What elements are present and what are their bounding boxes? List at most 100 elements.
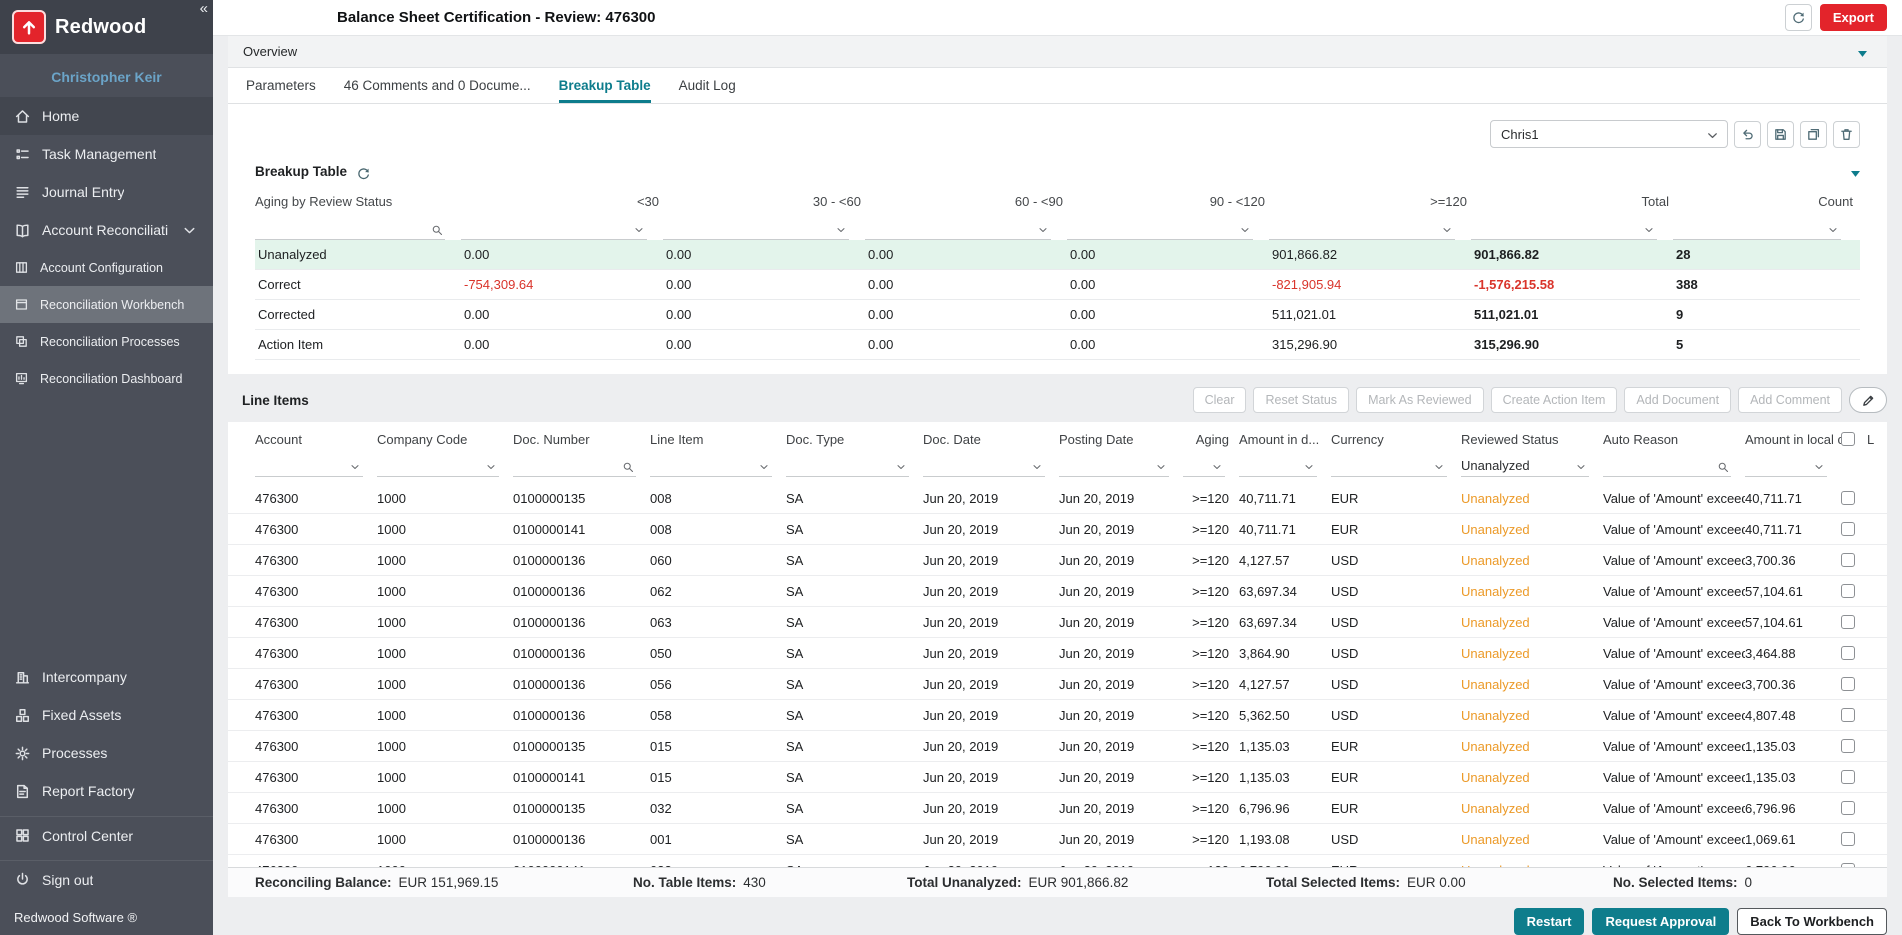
cell-company_code: 1000 (377, 770, 513, 785)
filter-amount_local[interactable] (1745, 453, 1827, 477)
sidebar-item-intercompany[interactable]: Intercompany (0, 658, 213, 696)
cell-currency: USD (1331, 708, 1461, 723)
breakup-row[interactable]: Unanalyzed0.000.000.000.00901,866.82901,… (255, 240, 1860, 270)
sidebar-item-account-reconciliati[interactable]: Account Reconciliati (0, 211, 213, 249)
row-checkbox[interactable] (1841, 801, 1855, 815)
filter-account[interactable] (255, 453, 363, 477)
column-header-account: Account (255, 432, 377, 447)
table-row[interactable]: 47630010000100000136063SAJun 20, 2019Jun… (228, 607, 1887, 638)
table-row[interactable]: 47630010000100000136050SAJun 20, 2019Jun… (228, 638, 1887, 669)
filter-aging[interactable] (1183, 453, 1225, 477)
back-to-workbench-button[interactable]: Back To Workbench (1737, 908, 1887, 935)
cell-amount_local: 4,807.48 (1745, 708, 1841, 723)
reviewed-status-filter[interactable]: Unanalyzed (1461, 453, 1589, 477)
delete-button[interactable] (1833, 121, 1860, 148)
export-button[interactable]: Export (1820, 4, 1887, 31)
row-checkbox[interactable] (1841, 708, 1855, 722)
table-row[interactable]: 47630010000100000135015SAJun 20, 2019Jun… (228, 731, 1887, 762)
cell-account: 476300 (255, 522, 377, 537)
table-row[interactable]: 47630010000100000141008SAJun 20, 2019Jun… (228, 514, 1887, 545)
sidebar-item-report-factory[interactable]: Report Factory (0, 772, 213, 810)
tab-audit-log[interactable]: Audit Log (679, 68, 736, 103)
sidebar-item-journal-entry[interactable]: Journal Entry (0, 173, 213, 211)
filter-doc_date[interactable] (923, 453, 1045, 477)
sidebar-item-control-center[interactable]: Control Center (0, 816, 213, 854)
filter-auto_reason[interactable] (1603, 453, 1731, 477)
sidebar-collapse-button[interactable]: « (200, 1, 208, 16)
breakup-refresh-button[interactable] (356, 166, 368, 178)
table-row[interactable]: 47630010000100000141015SAJun 20, 2019Jun… (228, 762, 1887, 793)
sidebar-item-sign-out[interactable]: Sign out (0, 860, 213, 898)
row-checkbox[interactable] (1841, 739, 1855, 753)
breakup-filter-30-60[interactable] (663, 214, 849, 240)
breakup-filter-60-90[interactable] (865, 214, 1051, 240)
sidebar-item-home[interactable]: Home (0, 97, 213, 135)
breakup-filter-30[interactable] (461, 214, 647, 240)
breakup-row[interactable]: Action Item0.000.000.000.00315,296.90315… (255, 330, 1860, 360)
row-checkbox[interactable] (1841, 646, 1855, 660)
clear-button[interactable]: Clear (1193, 387, 1247, 413)
row-checkbox[interactable] (1841, 832, 1855, 846)
save-as-button[interactable] (1800, 121, 1827, 148)
request-approval-button[interactable]: Request Approval (1592, 908, 1729, 935)
tab-breakup-table[interactable]: Breakup Table (559, 68, 651, 103)
table-row[interactable]: 47630010000100000136001SAJun 20, 2019Jun… (228, 824, 1887, 855)
cell-posting_date: Jun 20, 2019 (1059, 491, 1183, 506)
filter-doc_type[interactable] (786, 453, 909, 477)
breakup-filter-total[interactable] (1471, 214, 1657, 240)
breakup-filter-count[interactable] (1673, 214, 1841, 240)
reset-status-button[interactable]: Reset Status (1253, 387, 1349, 413)
restart-button[interactable]: Restart (1514, 908, 1585, 935)
table-row[interactable]: 47630010000100000136060SAJun 20, 2019Jun… (228, 545, 1887, 576)
tab-parameters[interactable]: Parameters (246, 68, 316, 103)
add-comment-button[interactable]: Add Comment (1738, 387, 1842, 413)
row-checkbox[interactable] (1841, 615, 1855, 629)
sidebar-item-reconciliation-processes[interactable]: Reconciliation Processes (0, 323, 213, 360)
mark-as-reviewed-button[interactable]: Mark As Reviewed (1356, 387, 1484, 413)
filter-line_item[interactable] (650, 453, 772, 477)
filter-currency[interactable] (1331, 453, 1447, 477)
breakup-row[interactable]: Correct-754,309.640.000.000.00-821,905.9… (255, 270, 1860, 300)
save-button[interactable] (1767, 121, 1794, 148)
table-row[interactable]: 47630010000100000136056SAJun 20, 2019Jun… (228, 669, 1887, 700)
filter-doc_number[interactable] (513, 453, 636, 477)
table-row[interactable]: 47630010000100000136062SAJun 20, 2019Jun… (228, 576, 1887, 607)
create-action-item-button[interactable]: Create Action Item (1491, 387, 1618, 413)
cell-aging-value: 0.00 (1067, 337, 1269, 352)
cell-company_code: 1000 (377, 522, 513, 537)
sidebar-item-account-configuration[interactable]: Account Configuration (0, 249, 213, 286)
breakup-filter-90-120[interactable] (1067, 214, 1253, 240)
sidebar-item-reconciliation-workbench[interactable]: Reconciliation Workbench (0, 286, 213, 323)
tab-46-comments-and-0-docume[interactable]: 46 Comments and 0 Docume... (344, 68, 531, 103)
undo-button[interactable] (1734, 121, 1761, 148)
breakup-filter-aging-by-review-status[interactable] (255, 214, 445, 240)
breakup-filter-120[interactable] (1269, 214, 1455, 240)
view-select[interactable]: Chris1 (1490, 120, 1728, 148)
select-all-checkbox[interactable] (1841, 432, 1855, 446)
sidebar-item-task-management[interactable]: Task Management (0, 135, 213, 173)
table-row[interactable]: 47630010000100000136058SAJun 20, 2019Jun… (228, 700, 1887, 731)
filter-company_code[interactable] (377, 453, 499, 477)
table-row[interactable]: 47630010000100000141032SAJun 20, 2019Jun… (228, 855, 1887, 867)
row-checkbox[interactable] (1841, 553, 1855, 567)
row-checkbox[interactable] (1841, 584, 1855, 598)
filter-amount_doc[interactable] (1239, 453, 1317, 477)
table-row[interactable]: 47630010000100000135008SAJun 20, 2019Jun… (228, 483, 1887, 514)
stat-item: Total Selected Items:EUR 0.00 (1266, 875, 1613, 890)
overview-label: Overview (243, 44, 297, 59)
breakup-row[interactable]: Corrected0.000.000.000.00511,021.01511,0… (255, 300, 1860, 330)
overview-collapse-button[interactable] (1855, 46, 1867, 58)
refresh-button[interactable] (1785, 4, 1812, 31)
row-checkbox[interactable] (1841, 770, 1855, 784)
breakup-collapse-button[interactable] (1848, 166, 1860, 178)
table-row[interactable]: 47630010000100000135032SAJun 20, 2019Jun… (228, 793, 1887, 824)
row-checkbox[interactable] (1841, 491, 1855, 505)
sidebar-item-fixed-assets[interactable]: Fixed Assets (0, 696, 213, 734)
filter-posting_date[interactable] (1059, 453, 1169, 477)
row-checkbox[interactable] (1841, 522, 1855, 536)
row-checkbox[interactable] (1841, 677, 1855, 691)
edit-columns-button[interactable] (1849, 387, 1887, 413)
sidebar-item-processes[interactable]: Processes (0, 734, 213, 772)
sidebar-item-reconciliation-dashboard[interactable]: Reconciliation Dashboard (0, 360, 213, 397)
add-document-button[interactable]: Add Document (1624, 387, 1731, 413)
